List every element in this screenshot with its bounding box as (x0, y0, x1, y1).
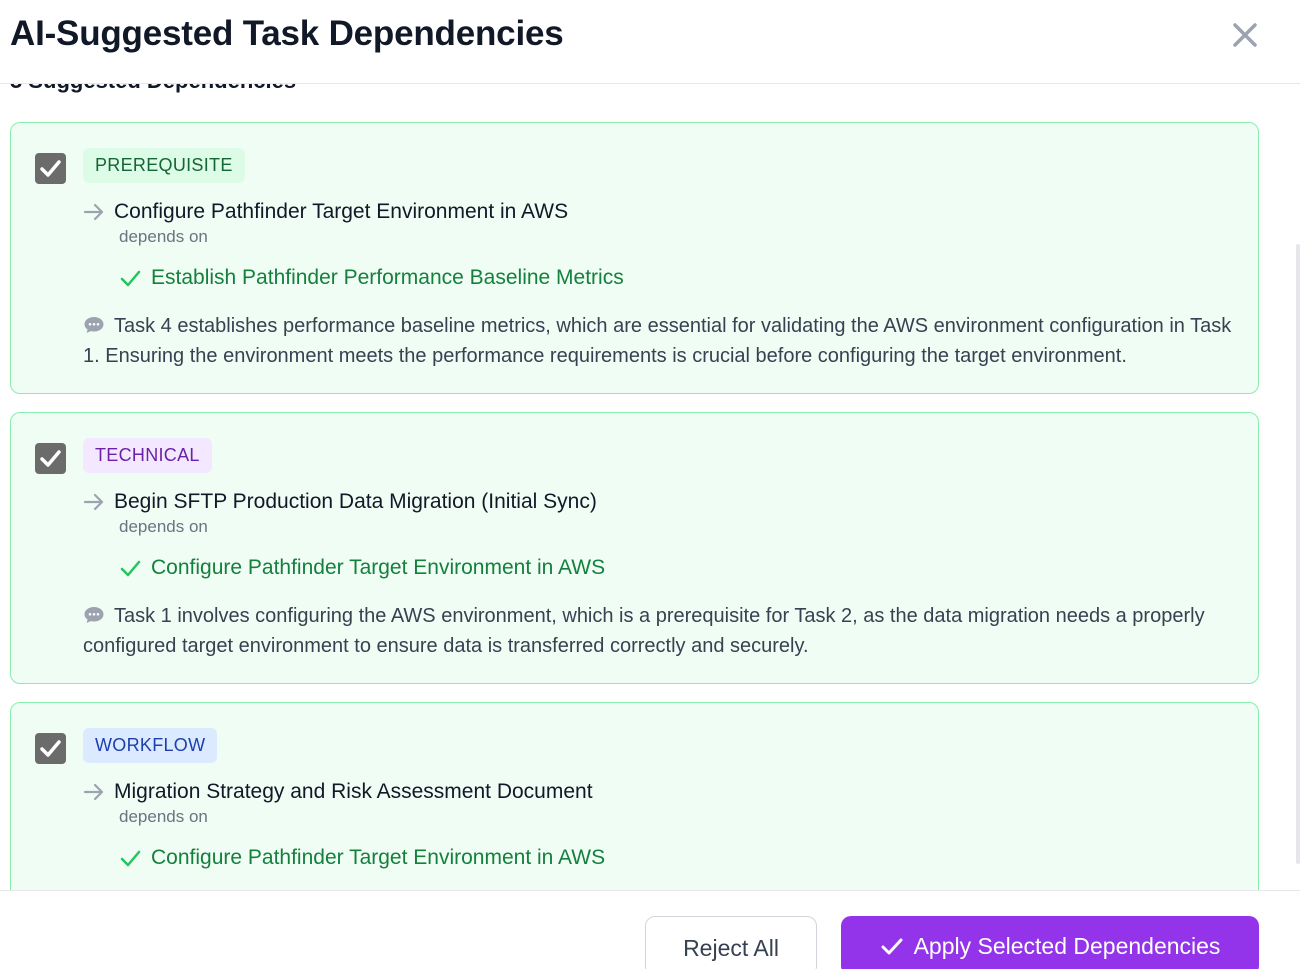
suggestion-checkbox[interactable] (35, 153, 66, 184)
checkbox-checked-icon (40, 450, 61, 467)
depends-on-label: depends on (119, 517, 208, 536)
dependency-task-name: Configure Pathfinder Target Environment … (151, 556, 606, 579)
suggestion-checkbox[interactable] (35, 443, 66, 474)
depends-on-label: depends on (119, 807, 208, 826)
depends-on-label: depends on (119, 227, 208, 246)
arrow-right-icon (83, 783, 104, 801)
dependency-type-badge: PREREQUISITE (83, 148, 245, 183)
modal-footer: Reject All Apply Selected Dependencies (0, 890, 1300, 969)
dependency-line: Configure Pathfinder Target Environment … (119, 553, 605, 583)
arrow-right-icon (83, 493, 104, 511)
apply-button-label: Apply Selected Dependencies (913, 932, 1221, 959)
close-icon (1233, 23, 1257, 47)
reason-text: Task 1 involves configuring the AWS envi… (83, 601, 1243, 661)
chat-bubble-icon (84, 317, 104, 333)
modal-body[interactable]: 3 Suggested Dependencies PREREQUISITE Co… (0, 84, 1300, 890)
dependencies-modal: AI-Suggested Task Dependencies 3 Suggest… (0, 0, 1300, 969)
check-icon (120, 270, 141, 287)
task-name: Configure Pathfinder Target Environment … (114, 200, 569, 223)
dependency-task-name: Establish Pathfinder Performance Baselin… (151, 266, 624, 289)
scrollbar[interactable] (1294, 84, 1300, 890)
check-icon (120, 850, 141, 867)
task-name: Begin SFTP Production Data Migration (In… (114, 490, 597, 513)
suggestion-card: PREREQUISITE Configure Pathfinder Target… (10, 122, 1259, 394)
dependency-line: Configure Pathfinder Target Environment … (119, 843, 605, 873)
reject-all-button[interactable]: Reject All (645, 916, 817, 969)
task-line: Migration Strategy and Risk Assessment D… (83, 777, 593, 807)
scrollbar-thumb[interactable] (1296, 244, 1300, 864)
checkbox-checked-icon (40, 160, 61, 177)
reason-label: Task 1 involves configuring the AWS envi… (83, 605, 1205, 657)
close-button[interactable] (1226, 16, 1264, 54)
dependency-type-badge: TECHNICAL (83, 438, 212, 473)
check-icon (881, 938, 903, 955)
task-line: Begin SFTP Production Data Migration (In… (83, 487, 597, 517)
section-heading: 3 Suggested Dependencies (10, 84, 296, 94)
suggestion-checkbox[interactable] (35, 733, 66, 764)
modal-header: AI-Suggested Task Dependencies (0, 0, 1300, 84)
reason-label: Task 4 establishes performance baseline … (83, 315, 1232, 367)
reason-text: Task 4 establishes performance baseline … (83, 311, 1243, 371)
modal-title: AI-Suggested Task Dependencies (10, 14, 564, 53)
suggestion-card: TECHNICAL Begin SFTP Production Data Mig… (10, 412, 1259, 684)
task-line: Configure Pathfinder Target Environment … (83, 197, 568, 227)
dependency-type-badge: WORKFLOW (83, 728, 218, 763)
suggestion-card: WORKFLOW Migration Strategy and Risk Ass… (10, 702, 1259, 890)
dependency-line: Establish Pathfinder Performance Baselin… (119, 263, 624, 293)
check-icon (120, 560, 141, 577)
apply-selected-button[interactable]: Apply Selected Dependencies (841, 916, 1259, 969)
arrow-right-icon (83, 203, 104, 221)
task-name: Migration Strategy and Risk Assessment D… (114, 780, 593, 803)
chat-bubble-icon (84, 607, 104, 623)
checkbox-checked-icon (40, 740, 61, 757)
dependency-task-name: Configure Pathfinder Target Environment … (151, 846, 606, 869)
